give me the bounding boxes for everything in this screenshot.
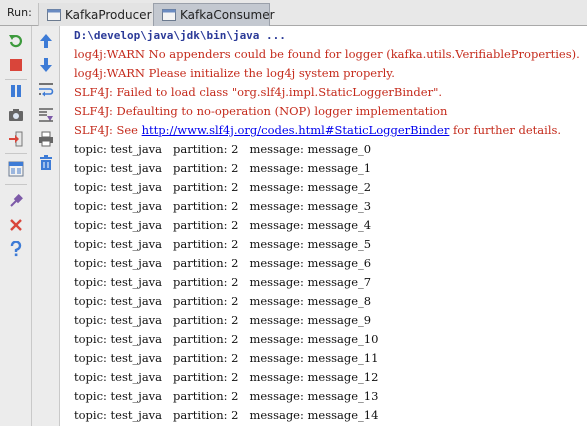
warning-line: log4j:WARN No appenders could be found f… — [74, 47, 580, 61]
soft-wrap-icon — [39, 83, 54, 97]
rerun-button[interactable] — [7, 32, 25, 50]
previous-occurrence-button[interactable] — [37, 32, 55, 50]
warning-line-with-link: SLF4J: See http://www.slf4j.org/codes.ht… — [74, 121, 561, 140]
print-icon — [39, 131, 53, 147]
pin-icon — [10, 194, 23, 207]
message-line: topic: test_java partition: 2 message: m… — [74, 161, 372, 175]
up-arrow-icon — [40, 34, 52, 48]
warning-line: SLF4J: Defaulting to no-operation (NOP) … — [74, 104, 448, 118]
message-line: topic: test_java partition: 2 message: m… — [74, 351, 379, 365]
warning-line: SLF4J: Failed to load class "org.slf4j.i… — [74, 85, 443, 99]
message-line: topic: test_java partition: 2 message: m… — [74, 237, 372, 251]
toolbar-divider — [5, 79, 27, 80]
stop-icon — [10, 59, 22, 71]
exit-icon — [9, 131, 23, 147]
message-line: topic: test_java partition: 2 message: m… — [74, 389, 379, 403]
message-line: topic: test_java partition: 2 message: m… — [74, 332, 379, 346]
dump-threads-button[interactable] — [7, 106, 25, 124]
pause-button[interactable] — [7, 82, 25, 100]
print-button[interactable] — [37, 130, 55, 148]
application-icon — [47, 8, 61, 21]
run-actions-toolbar — [0, 26, 32, 426]
restore-layout-button[interactable] — [7, 160, 25, 178]
soft-wrap-button[interactable] — [37, 80, 55, 98]
message-line: topic: test_java partition: 2 message: m… — [74, 294, 372, 308]
warning-suffix: for further details. — [449, 123, 562, 137]
run-label: Run: — [7, 6, 32, 19]
tab-kafka-consumer[interactable]: KafkaConsumer — [153, 3, 275, 26]
dump-threads-icon — [9, 109, 23, 121]
scroll-to-end-icon — [39, 108, 53, 122]
message-line: topic: test_java partition: 2 message: m… — [74, 370, 379, 384]
warning-prefix: SLF4J: See — [74, 123, 142, 137]
clear-all-icon — [40, 155, 52, 170]
next-occurrence-button[interactable] — [37, 56, 55, 74]
command-line: D:\develop\java\jdk\bin\java ... — [74, 29, 286, 42]
run-tool-window: Run: KafkaProducer KafkaConsumer D:\deve… — [0, 0, 587, 426]
console-output[interactable]: D:\develop\java\jdk\bin\java ... log4j:W… — [60, 26, 587, 426]
tab-label: KafkaProducer — [65, 7, 152, 22]
restore-layout-icon — [8, 161, 24, 177]
message-line: topic: test_java partition: 2 message: m… — [74, 256, 372, 270]
down-arrow-icon — [40, 58, 52, 72]
help-button[interactable] — [7, 240, 25, 258]
message-line: topic: test_java partition: 2 message: m… — [74, 313, 372, 327]
console-actions-toolbar — [32, 26, 60, 426]
warning-line: log4j:WARN Please initialize the log4j s… — [74, 66, 395, 80]
exit-button[interactable] — [7, 130, 25, 148]
tab-kafka-producer[interactable]: KafkaProducer — [38, 3, 153, 26]
pause-icon — [11, 85, 21, 97]
message-line: topic: test_java partition: 2 message: m… — [74, 199, 372, 213]
close-icon — [10, 219, 22, 231]
rerun-icon — [9, 34, 22, 48]
tab-label: KafkaConsumer — [180, 8, 275, 22]
message-line: topic: test_java partition: 2 message: m… — [74, 180, 372, 194]
message-line: topic: test_java partition: 2 message: m… — [74, 142, 372, 156]
stop-button[interactable] — [7, 56, 25, 74]
close-button[interactable] — [7, 216, 25, 234]
message-line: topic: test_java partition: 2 message: m… — [74, 218, 372, 232]
application-icon — [162, 9, 176, 21]
message-line: topic: test_java partition: 2 message: m… — [74, 408, 379, 422]
help-icon — [10, 241, 22, 257]
run-tab-bar: Run: KafkaProducer KafkaConsumer — [0, 0, 587, 26]
message-line: topic: test_java partition: 2 message: m… — [74, 275, 372, 289]
scroll-to-end-button[interactable] — [37, 106, 55, 124]
pin-button[interactable] — [7, 192, 25, 210]
clear-all-button[interactable] — [37, 154, 55, 172]
toolbar-divider — [5, 153, 27, 154]
slf4j-codes-link[interactable]: http://www.slf4j.org/codes.html#StaticLo… — [142, 123, 450, 137]
toolbar-divider — [5, 184, 27, 185]
